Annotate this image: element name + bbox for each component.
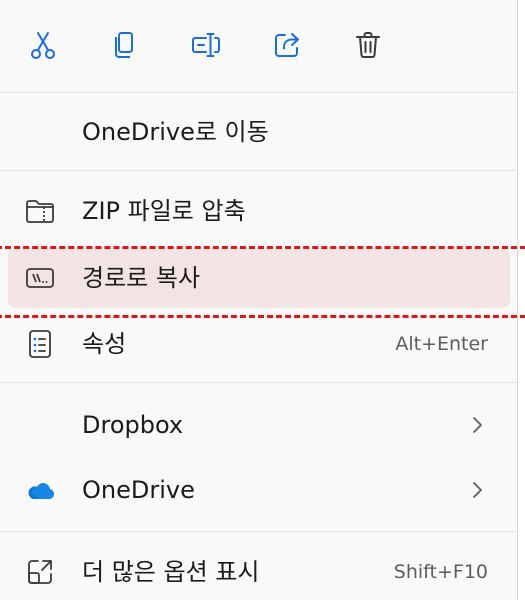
delete-button[interactable] — [349, 26, 387, 64]
copy-as-path-label: 경로로 복사 — [82, 264, 201, 292]
dropbox-label: Dropbox — [82, 411, 184, 439]
move-to-onedrive-label: OneDrive로 이동 — [82, 118, 269, 146]
show-more-options-item[interactable]: 더 많은 옵션 표시 Shift+F10 — [8, 542, 510, 600]
menu-separator — [0, 92, 518, 93]
zip-folder-icon — [24, 195, 56, 227]
onedrive-cloud-icon — [24, 474, 56, 506]
context-menu-toolbar — [0, 0, 518, 92]
rename-button[interactable] — [187, 26, 225, 64]
properties-icon — [24, 328, 56, 360]
background-strip — [518, 0, 525, 600]
open-external-icon — [24, 556, 56, 588]
copy-icon — [115, 32, 133, 58]
zip-item[interactable]: ZIP 파일로 압축 — [8, 181, 510, 241]
copy-as-path-item[interactable]: 경로로 복사 — [8, 248, 510, 308]
move-to-onedrive-item[interactable]: OneDrive로 이동 — [8, 102, 510, 162]
context-menu: OneDrive로 이동 ZIP 파일로 압축 경로로 복사 속성 Alt+En… — [0, 0, 518, 600]
chevron-right-icon — [473, 482, 482, 498]
share-button[interactable] — [268, 26, 306, 64]
dropbox-item[interactable]: Dropbox — [8, 395, 510, 455]
onedrive-item[interactable]: OneDrive — [8, 460, 510, 520]
trash-icon — [356, 32, 380, 58]
show-more-options-shortcut: Shift+F10 — [393, 561, 488, 583]
properties-label: 속성 — [82, 330, 127, 358]
properties-item[interactable]: 속성 Alt+Enter — [8, 314, 510, 374]
share-icon — [275, 33, 299, 57]
show-more-options-label: 더 많은 옵션 표시 — [82, 558, 260, 586]
menu-separator — [0, 382, 518, 383]
path-icon — [24, 262, 56, 294]
rename-icon — [192, 33, 220, 57]
zip-label: ZIP 파일로 압축 — [82, 197, 246, 225]
copy-button[interactable] — [105, 26, 143, 64]
onedrive-label: OneDrive — [82, 476, 195, 504]
chevron-right-icon — [473, 417, 482, 433]
scissors-icon — [31, 32, 55, 59]
menu-separator — [0, 170, 518, 171]
menu-separator — [0, 531, 518, 532]
properties-shortcut: Alt+Enter — [395, 333, 488, 355]
cut-button[interactable] — [24, 26, 62, 64]
